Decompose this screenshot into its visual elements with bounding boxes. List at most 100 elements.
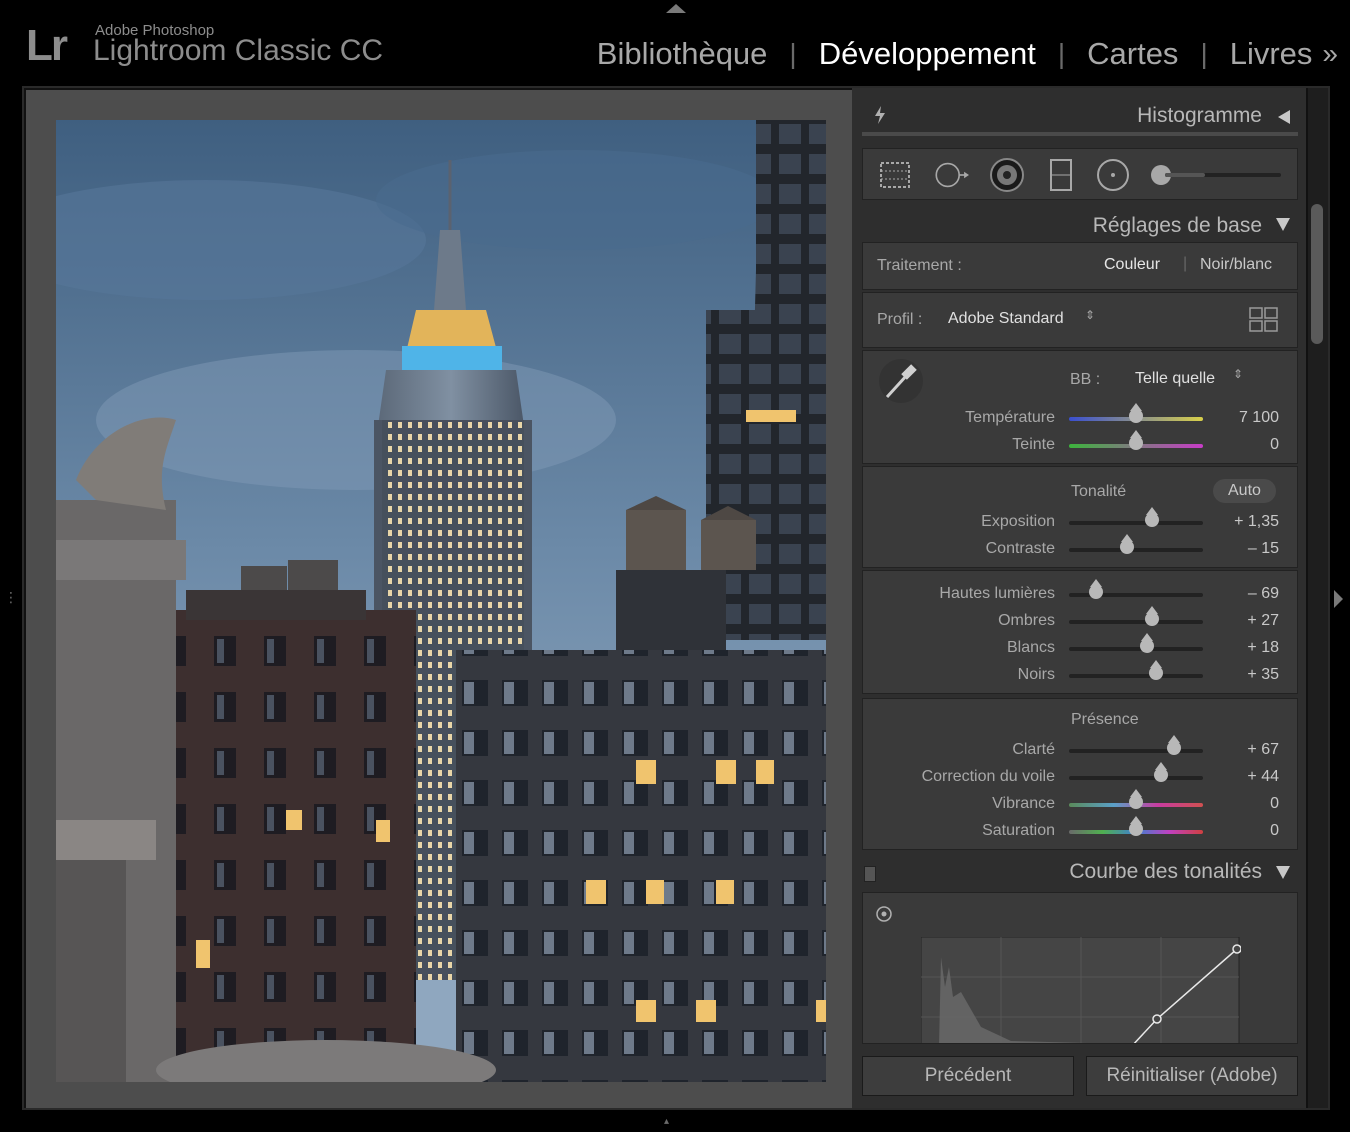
module-picker: Bibliothèque | Développement | Cartes | …: [597, 36, 1338, 72]
crop-tool-icon[interactable]: [877, 157, 913, 193]
wb-label: BB :: [1070, 371, 1101, 388]
collapse-triangle-icon[interactable]: [1278, 110, 1290, 124]
shadows-track[interactable]: [1069, 620, 1203, 624]
expand-triangle-icon[interactable]: [1276, 218, 1290, 231]
module-book[interactable]: Livres: [1230, 36, 1313, 72]
module-develop[interactable]: Développement: [819, 36, 1036, 72]
auto-tone-button[interactable]: Auto: [1213, 479, 1276, 503]
whites-label: Blancs: [1006, 639, 1055, 656]
wb-select[interactable]: Telle quelle: [1135, 370, 1215, 388]
blacks-slider-row: Noirs + 35: [863, 660, 1299, 689]
whites-value[interactable]: + 18: [1247, 639, 1279, 657]
blacks-track[interactable]: [1069, 674, 1203, 678]
exposure-track[interactable]: [1069, 521, 1203, 525]
shadows-slider-row: Ombres + 27: [863, 606, 1299, 635]
red-eye-icon[interactable]: [989, 157, 1025, 193]
treatment-separator: |: [1183, 255, 1188, 272]
shadows-value[interactable]: + 27: [1247, 612, 1279, 630]
white-balance-section: BB : Telle quelle ⇕ Température 7 100 Te…: [862, 350, 1298, 464]
radial-filter-icon[interactable]: [1095, 157, 1131, 193]
saturation-label: Saturation: [982, 822, 1055, 839]
temperature-label: Température: [965, 409, 1055, 426]
eyedropper-icon[interactable]: [877, 357, 925, 405]
presence-title: Présence: [1071, 711, 1139, 728]
profile-row: Profil : Adobe Standard ⇕: [862, 292, 1298, 348]
previous-button[interactable]: Précédent: [862, 1056, 1074, 1096]
basic-panel-title: Réglages de base: [1092, 214, 1262, 237]
double-chevron-right-icon[interactable]: »: [1322, 38, 1338, 70]
updown-arrow-icon[interactable]: ⇕: [1085, 308, 1095, 322]
temperature-value[interactable]: 7 100: [1239, 409, 1279, 427]
contrast-track[interactable]: [1069, 548, 1203, 552]
treatment-label: Traitement :: [877, 257, 962, 274]
tone-section: Tonalité Auto Exposition + 1,35 Contrast…: [862, 466, 1298, 568]
reset-button[interactable]: Réinitialiser (Adobe): [1086, 1056, 1298, 1096]
blacks-value[interactable]: + 35: [1247, 666, 1279, 684]
module-library[interactable]: Bibliothèque: [597, 36, 768, 72]
updown-arrow-icon[interactable]: ⇕: [1233, 367, 1243, 381]
contrast-value[interactable]: – 15: [1248, 540, 1279, 558]
exposure-value[interactable]: + 1,35: [1234, 513, 1279, 531]
saturation-value[interactable]: 0: [1270, 822, 1279, 840]
clarity-track[interactable]: [1069, 749, 1203, 753]
spot-removal-icon[interactable]: [933, 157, 969, 193]
treatment-color-option[interactable]: Couleur: [1104, 256, 1160, 274]
left-panel-toggle-icon[interactable]: ⋮: [4, 590, 18, 606]
tone-curve-section: [862, 892, 1298, 1044]
profile-browser-grid-icon[interactable]: [1249, 307, 1279, 333]
module-separator: |: [1057, 38, 1066, 69]
top-panel-toggle-icon[interactable]: [666, 4, 686, 13]
photo-preview[interactable]: [56, 120, 826, 1082]
presence-section: Présence Clarté + 67 Correction du voile…: [862, 698, 1298, 850]
product-name: Lightroom Classic CC: [93, 34, 384, 67]
lightroom-logo: Lr: [26, 21, 68, 70]
profile-select[interactable]: Adobe Standard: [948, 310, 1064, 328]
clarity-value[interactable]: + 67: [1247, 741, 1279, 759]
dehaze-label: Correction du voile: [921, 768, 1055, 785]
footer-buttons: Précédent Réinitialiser (Adobe): [862, 1056, 1298, 1096]
adjustment-brush-icon[interactable]: [1147, 157, 1287, 193]
tone-regions-section: Hautes lumières – 69 Ombres + 27 Blancs …: [862, 570, 1298, 694]
clarity-label: Clarté: [1012, 741, 1055, 758]
highlights-label: Hautes lumières: [939, 585, 1055, 602]
graduated-filter-icon[interactable]: [1043, 157, 1079, 193]
temperature-slider-row: Température 7 100: [863, 403, 1299, 432]
dehaze-value[interactable]: + 44: [1247, 768, 1279, 786]
dehaze-track[interactable]: [1069, 776, 1203, 780]
contrast-slider-row: Contraste – 15: [863, 534, 1299, 563]
tone-curve-graph[interactable]: [921, 937, 1241, 1044]
scroll-thumb[interactable]: [1311, 204, 1323, 344]
identity-plate: Lr Adobe Photoshop Lightroom Classic CC …: [0, 0, 1350, 86]
highlights-value[interactable]: – 69: [1248, 585, 1279, 603]
module-map[interactable]: Cartes: [1087, 36, 1178, 72]
contrast-label: Contraste: [985, 540, 1055, 557]
tone-curve-header[interactable]: Courbe des tonalités: [862, 850, 1298, 890]
blacks-label: Noirs: [1017, 666, 1055, 683]
vibrance-label: Vibrance: [992, 795, 1055, 812]
module-separator: |: [789, 38, 797, 69]
clarity-slider-row: Clarté + 67: [863, 735, 1299, 764]
basic-panel-header[interactable]: Réglages de base: [862, 204, 1298, 244]
right-panel-scrollbar[interactable]: [1308, 88, 1328, 1108]
shadows-label: Ombres: [998, 612, 1055, 629]
tone-curve-title: Courbe des tonalités: [1069, 860, 1262, 883]
expand-triangle-icon[interactable]: [1276, 866, 1290, 879]
histogram-header[interactable]: Histogramme: [862, 94, 1298, 134]
right-panel-toggle-icon[interactable]: [1334, 590, 1343, 608]
vibrance-value[interactable]: 0: [1270, 795, 1279, 813]
develop-right-panel: Histogramme Réglages de base Traitement …: [852, 88, 1306, 1108]
highlights-slider-row: Hautes lumières – 69: [863, 579, 1299, 608]
tool-strip: [862, 148, 1298, 200]
target-adjust-icon[interactable]: [875, 905, 893, 923]
whites-track[interactable]: [1069, 647, 1203, 651]
treatment-bw-option[interactable]: Noir/blanc: [1200, 256, 1272, 274]
bottom-panel-toggle-icon[interactable]: ▴: [664, 1116, 669, 1127]
treatment-row: Traitement : Couleur | Noir/blanc: [862, 242, 1298, 290]
tint-value[interactable]: 0: [1270, 436, 1279, 454]
saturation-slider-row: Saturation 0: [863, 816, 1299, 845]
vibrance-slider-row: Vibrance 0: [863, 789, 1299, 818]
whites-slider-row: Blancs + 18: [863, 633, 1299, 662]
lightning-bolt-icon[interactable]: [874, 106, 886, 124]
exposure-label: Exposition: [981, 513, 1055, 530]
dehaze-slider-row: Correction du voile + 44: [863, 762, 1299, 791]
